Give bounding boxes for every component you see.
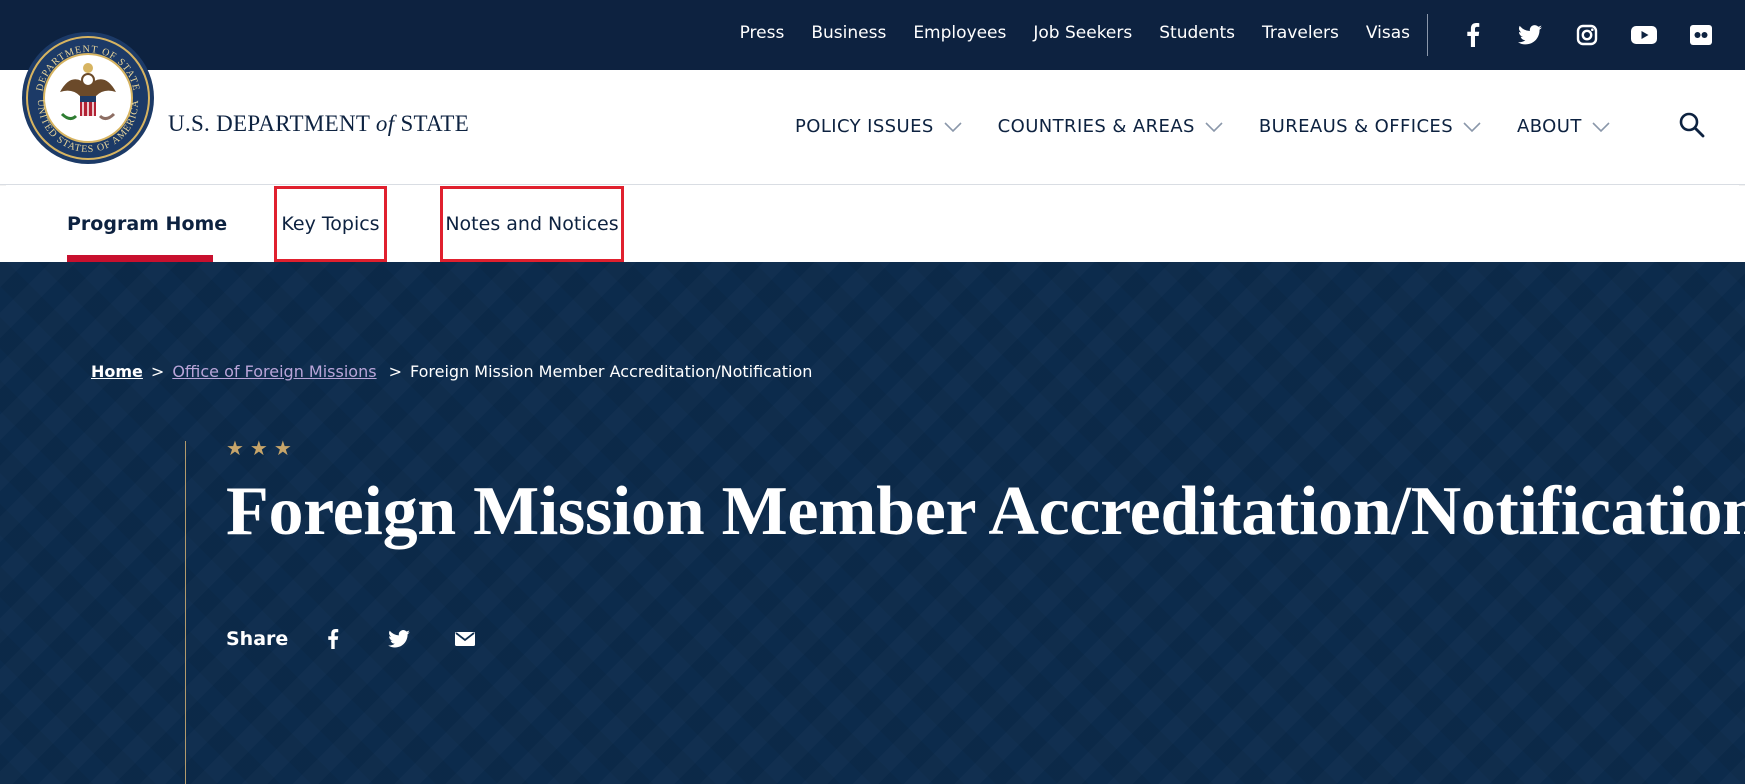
tab-key-topics[interactable]: Key Topics	[274, 186, 387, 262]
utility-link-visas[interactable]: Visas	[1366, 20, 1410, 46]
breadcrumb-separator: >	[150, 362, 165, 381]
tab-program-home-label: Program Home	[67, 213, 228, 235]
breadcrumb: Home > Office of Foreign Missions > Fore…	[91, 362, 812, 381]
search-icon[interactable]	[1678, 111, 1706, 139]
share-email-icon[interactable]	[454, 628, 476, 650]
breadcrumb-separator: >	[388, 362, 402, 381]
hero-stars: ★★★	[226, 436, 298, 460]
share-bar: Share	[226, 628, 520, 650]
nav-about-label: ABOUT	[1517, 116, 1582, 137]
nav-about[interactable]: ABOUT	[1517, 116, 1610, 137]
breadcrumb-current: Foreign Mission Member Accreditation/Not…	[409, 362, 813, 381]
tab-program-home[interactable]: Program Home	[67, 186, 227, 262]
nav-bureaus-offices-label: BUREAUS & OFFICES	[1258, 116, 1454, 137]
utility-link-students[interactable]: Students	[1159, 20, 1235, 46]
twitter-icon[interactable]	[1513, 18, 1547, 52]
nav-policy-issues-label: POLICY ISSUES	[795, 116, 934, 137]
chevron-down-icon	[1463, 121, 1481, 132]
program-subnav: Program Home Key Topics Notes and Notice…	[0, 186, 1745, 262]
site-title-of: of	[375, 111, 395, 136]
main-nav: POLICY ISSUES COUNTRIES & AREAS BUREAUS …	[795, 116, 1646, 137]
tab-notes-and-notices[interactable]: Notes and Notices	[440, 186, 624, 262]
share-label: Share	[226, 628, 289, 650]
breadcrumb-home-link[interactable]: Home	[91, 362, 143, 381]
site-title-prefix: U.S. DEPARTMENT	[168, 111, 376, 136]
facebook-icon[interactable]	[1456, 18, 1490, 52]
page-title: Foreign Mission Member Accreditation/Not…	[226, 473, 1745, 550]
hero-gold-rule	[185, 441, 186, 784]
nav-countries-areas[interactable]: COUNTRIES & AREAS	[998, 116, 1223, 137]
active-tab-indicator	[67, 255, 213, 262]
utility-nav: Press Business Employees Job Seekers Stu…	[713, 20, 1410, 46]
share-twitter-icon[interactable]	[388, 628, 411, 650]
utility-link-employees[interactable]: Employees	[913, 20, 1006, 46]
nav-policy-issues[interactable]: POLICY ISSUES	[795, 116, 962, 137]
utility-link-job-seekers[interactable]: Job Seekers	[1033, 20, 1132, 46]
tab-notes-and-notices-label: Notes and Notices	[445, 213, 619, 235]
flickr-icon[interactable]	[1684, 18, 1718, 52]
nav-countries-areas-label: COUNTRIES & AREAS	[997, 116, 1195, 137]
chevron-down-icon	[944, 121, 962, 132]
top-utility-bar: Press Business Employees Job Seekers Stu…	[0, 0, 1745, 70]
share-facebook-icon[interactable]	[322, 628, 344, 650]
youtube-icon[interactable]	[1627, 18, 1661, 52]
utility-link-business[interactable]: Business	[811, 20, 886, 46]
instagram-icon[interactable]	[1570, 18, 1604, 52]
utility-link-press[interactable]: Press	[740, 20, 785, 46]
utility-divider	[1427, 14, 1428, 56]
social-links	[1456, 18, 1741, 52]
chevron-down-icon	[1205, 121, 1223, 132]
chevron-down-icon	[1592, 121, 1610, 132]
breadcrumb-office-link[interactable]: Office of Foreign Missions	[172, 362, 376, 381]
utility-link-travelers[interactable]: Travelers	[1262, 20, 1339, 46]
state-department-seal-logo[interactable]: DEPARTMENT OF STATE UNITED STATES OF AME…	[20, 30, 156, 166]
site-title-suffix: STATE	[394, 111, 470, 136]
nav-bureaus-offices[interactable]: BUREAUS & OFFICES	[1259, 116, 1481, 137]
site-title[interactable]: U.S. DEPARTMENT of STATE	[168, 111, 469, 137]
tab-key-topics-label: Key Topics	[281, 213, 380, 235]
